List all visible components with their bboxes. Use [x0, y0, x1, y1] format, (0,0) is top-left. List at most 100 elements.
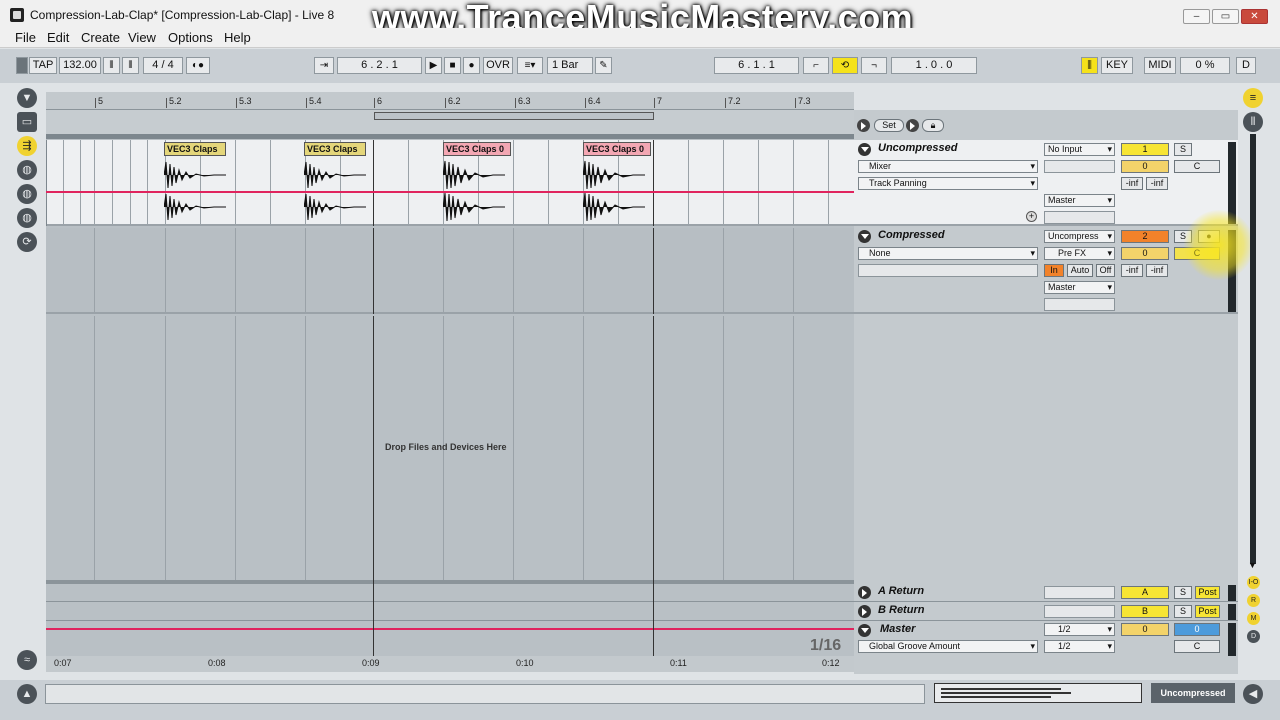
quantize-select[interactable]: 1 Bar: [547, 57, 593, 74]
arrangement-view[interactable]: 5 5.2 5.3 5.4 6 6.2 6.3 6.4 7 7.2 7.3 VE…: [46, 92, 854, 672]
menu-options[interactable]: Options: [168, 30, 213, 45]
info-view-icon[interactable]: ▲: [17, 684, 37, 704]
places-1-icon[interactable]: ◍: [17, 160, 37, 180]
nudge-down-icon[interactable]: ⦀: [103, 57, 120, 74]
menu-view[interactable]: View: [128, 30, 156, 45]
set-locator-button[interactable]: Set: [874, 119, 904, 132]
loop-bar[interactable]: [46, 110, 854, 139]
draw-mode-icon[interactable]: ≡▾: [517, 57, 543, 74]
track-name[interactable]: A Return: [878, 585, 924, 597]
places-3-icon[interactable]: ◍: [17, 208, 37, 228]
track-name[interactable]: B Return: [878, 604, 924, 616]
detail-view-icon[interactable]: ◀: [1243, 684, 1263, 704]
keyboard-icon[interactable]: ⫼: [1081, 57, 1098, 74]
automation-line[interactable]: [46, 191, 854, 193]
overdub-button[interactable]: OVR: [483, 57, 513, 74]
master-out-select[interactable]: 1/2: [1044, 623, 1115, 636]
master-automation-line[interactable]: [46, 628, 854, 630]
cue-volume-field[interactable]: 0: [1174, 623, 1220, 636]
fold-icon[interactable]: [858, 586, 871, 599]
scroll-down-icon[interactable]: ▼: [1248, 560, 1257, 570]
time-signature-field[interactable]: 4 / 4: [143, 57, 183, 74]
track-lane-uncompressed[interactable]: VEC3 Claps VEC3 Claps VEC3 Claps 0 VEC3 …: [46, 140, 854, 226]
time-ruler[interactable]: 0:07 0:08 0:09 0:10 0:11 0:12: [46, 656, 854, 672]
input-type-select[interactable]: Uncompress: [1044, 230, 1115, 243]
solo-button[interactable]: S: [1174, 230, 1192, 243]
return-a-activator[interactable]: A: [1121, 586, 1169, 599]
refresh-icon[interactable]: ⟳: [17, 232, 37, 252]
sends-icon[interactable]: ⦀: [1243, 112, 1263, 132]
input-type-select[interactable]: No Input: [1044, 143, 1115, 156]
solo-button[interactable]: S: [1174, 605, 1192, 618]
loop-start-field[interactable]: 6 . 1 . 1: [714, 57, 799, 74]
nudge-up-icon[interactable]: ⦀: [122, 57, 139, 74]
beat-ruler[interactable]: 5 5.2 5.3 5.4 6 6.2 6.3 6.4 7 7.2 7.3: [46, 92, 854, 110]
io-toggle-icon[interactable]: I-O: [1247, 576, 1260, 589]
metronome-icon[interactable]: ◐●: [186, 57, 210, 74]
overview-thumbnail[interactable]: [934, 683, 1142, 703]
ext-sync-button[interactable]: [16, 57, 28, 74]
output-type-select[interactable]: Master: [1044, 194, 1115, 207]
returns-toggle-icon[interactable]: R: [1247, 594, 1260, 607]
monitor-in-button[interactable]: In: [1044, 264, 1064, 277]
volume-field[interactable]: 0: [1121, 247, 1169, 260]
clip[interactable]: VEC3 Claps 0: [443, 142, 511, 226]
volume-field[interactable]: 0: [1121, 160, 1169, 173]
fold-icon[interactable]: [858, 143, 871, 156]
loop-switch-icon[interactable]: ⟲: [832, 57, 858, 74]
record-icon[interactable]: ●: [463, 57, 480, 74]
input-channel-field[interactable]: [1044, 160, 1115, 173]
mixer-toggle-icon[interactable]: M: [1247, 612, 1260, 625]
minimize-button[interactable]: –: [1183, 9, 1210, 24]
track-lane-compressed[interactable]: [46, 228, 854, 314]
output-field[interactable]: [1044, 586, 1115, 599]
monitor-auto-button[interactable]: Auto: [1067, 264, 1093, 277]
midi-map-button[interactable]: MIDI: [1144, 57, 1176, 74]
track-activator-button[interactable]: 1: [1121, 143, 1169, 156]
fold-icon[interactable]: [858, 230, 871, 243]
pre-post-button[interactable]: Post: [1195, 605, 1220, 618]
punch-in-icon[interactable]: ⌐: [803, 57, 829, 74]
close-button[interactable]: ✕: [1241, 9, 1268, 24]
fold-icon[interactable]: [858, 624, 871, 637]
pan-field[interactable]: C: [1174, 160, 1220, 173]
automation-param-field[interactable]: [858, 264, 1038, 277]
prev-locator-icon[interactable]: [857, 119, 870, 132]
clip[interactable]: VEC3 Claps: [304, 142, 366, 226]
lane-a-return[interactable]: [46, 584, 854, 602]
key-map-button[interactable]: KEY: [1101, 57, 1133, 74]
loop-brace[interactable]: [374, 112, 654, 120]
monitor-off-button[interactable]: Off: [1096, 264, 1115, 277]
vertical-scrollbar[interactable]: [1250, 134, 1256, 564]
song-position-field[interactable]: 6 . 2 . 1: [337, 57, 422, 74]
fold-icon[interactable]: [858, 605, 871, 618]
maximize-button[interactable]: ▭: [1212, 9, 1239, 24]
follow-icon[interactable]: ⇥: [314, 57, 334, 74]
output-channel-field[interactable]: [1044, 298, 1115, 311]
places-2-icon[interactable]: ◍: [17, 184, 37, 204]
track-name[interactable]: Uncompressed: [878, 142, 957, 154]
master-pan-field[interactable]: C: [1174, 640, 1220, 653]
browser-toggle-icon[interactable]: ▼: [17, 88, 37, 108]
menu-create[interactable]: Create: [81, 30, 120, 45]
return-b-activator[interactable]: B: [1121, 605, 1169, 618]
menu-file[interactable]: File: [15, 30, 36, 45]
add-lane-icon[interactable]: +: [1026, 211, 1037, 222]
input-channel-select[interactable]: Pre FX: [1044, 247, 1115, 260]
output-type-select[interactable]: Master: [1044, 281, 1115, 294]
file-browser-icon[interactable]: ▭: [17, 112, 37, 132]
master-volume-field[interactable]: 0: [1121, 623, 1169, 636]
output-channel-field[interactable]: [1044, 211, 1115, 224]
lane-b-return[interactable]: [46, 603, 854, 621]
tap-button[interactable]: TAP: [29, 57, 57, 74]
automation-param-select[interactable]: Track Panning: [858, 177, 1038, 190]
menu-help[interactable]: Help: [224, 30, 251, 45]
groove-amount-select[interactable]: Global Groove Amount: [858, 640, 1038, 653]
pre-post-button[interactable]: Post: [1195, 586, 1220, 599]
device-browser-icon[interactable]: ⇶: [17, 136, 37, 156]
output-field[interactable]: [1044, 605, 1115, 618]
track-io-icon[interactable]: ≡: [1243, 88, 1263, 108]
play-icon[interactable]: ▶: [425, 57, 442, 74]
pencil-icon[interactable]: ✎: [595, 57, 612, 74]
tempo-field[interactable]: 132.00: [59, 57, 101, 74]
